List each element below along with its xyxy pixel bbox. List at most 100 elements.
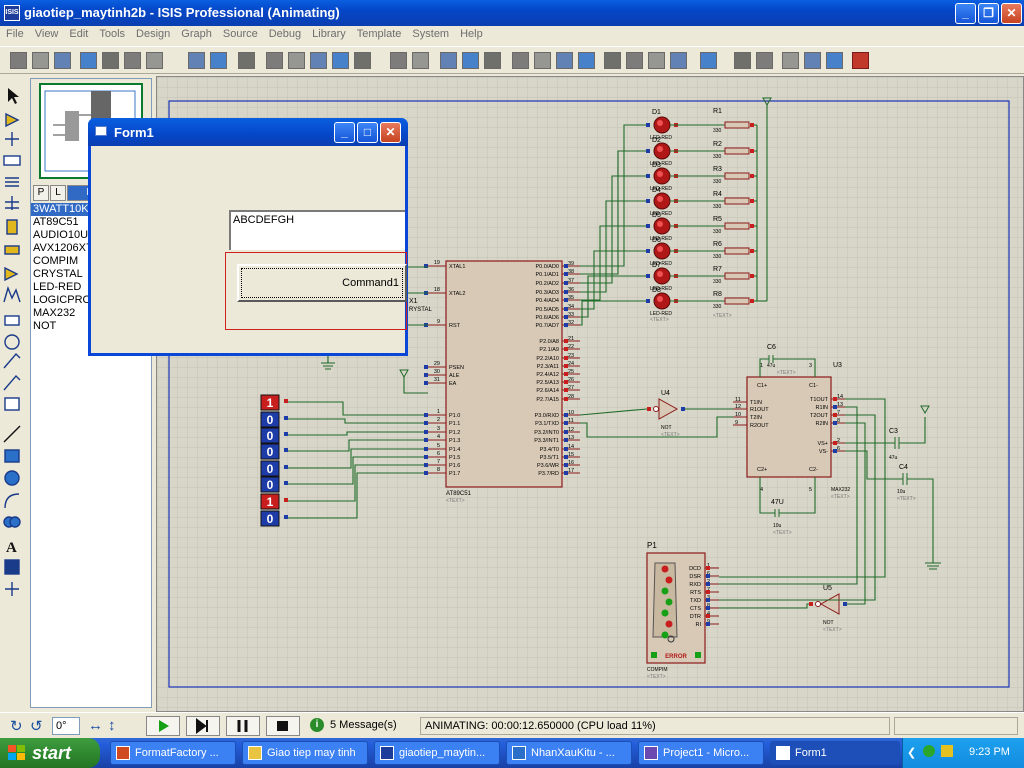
subcircuit-icon[interactable]	[6, 219, 18, 235]
cut-icon[interactable]	[440, 52, 457, 69]
pick-device-icon[interactable]	[604, 52, 621, 69]
selection-mode-icon[interactable]	[8, 88, 19, 104]
zoom-area-icon[interactable]	[354, 52, 371, 69]
generator-icon[interactable]	[4, 334, 20, 350]
menu-library[interactable]: Library	[306, 26, 351, 40]
bom-icon[interactable]	[804, 52, 821, 69]
menu-source[interactable]: Source	[217, 26, 263, 40]
device-tab-p[interactable]: P	[33, 185, 49, 201]
tray-expand-icon[interactable]: ❮	[907, 746, 916, 759]
taskbar-item[interactable]: Giao tiep may tinh	[242, 741, 368, 765]
form1-close-button[interactable]: ✕	[380, 122, 401, 143]
zoom-all-icon[interactable]	[332, 52, 349, 69]
menu-file[interactable]: File	[0, 26, 29, 40]
zoom-out-icon[interactable]	[310, 52, 327, 69]
marker-tool-icon[interactable]	[5, 582, 19, 596]
menu-template[interactable]: Template	[351, 26, 407, 40]
block-copy-icon[interactable]	[512, 52, 529, 69]
block-rotate-icon[interactable]	[556, 52, 573, 69]
undo-icon[interactable]	[390, 52, 407, 69]
play-button[interactable]	[146, 716, 180, 736]
new-file-icon[interactable]	[10, 52, 27, 69]
line-tool-icon[interactable]	[3, 425, 21, 443]
grid-icon[interactable]	[210, 52, 227, 69]
ares-icon[interactable]	[852, 52, 869, 69]
rotation-angle-field[interactable]: 0°	[52, 717, 80, 735]
path-tool-icon[interactable]	[9, 516, 21, 528]
origin-icon[interactable]	[238, 52, 255, 69]
import-icon[interactable]	[80, 52, 97, 69]
terminal-icon[interactable]	[4, 245, 20, 255]
circle-tool-icon[interactable]	[4, 470, 20, 486]
menu-edit[interactable]: Edit	[63, 26, 93, 40]
form1-textbox[interactable]: ABCDEFGH	[229, 210, 405, 250]
taskbar-item[interactable]: Project1 - Micro...	[638, 741, 764, 765]
open-file-icon[interactable]	[32, 52, 49, 69]
voltage-probe-icon[interactable]	[3, 352, 21, 369]
box-tool-icon[interactable]	[4, 449, 20, 463]
text-tool-icon[interactable]: A	[6, 540, 17, 556]
menu-debug[interactable]: Debug	[263, 26, 306, 40]
refresh-icon[interactable]	[188, 52, 205, 69]
decompose-icon[interactable]	[670, 52, 687, 69]
paste-icon[interactable]	[484, 52, 501, 69]
wire-autoroute-icon[interactable]	[700, 52, 717, 69]
menu-view[interactable]: View	[29, 26, 64, 40]
mirror-y-icon[interactable]: ↕	[108, 717, 126, 735]
make-device-icon[interactable]	[626, 52, 643, 69]
rotate-cw-icon[interactable]: ↻	[10, 717, 28, 735]
virtual-instrument-icon[interactable]	[4, 397, 20, 411]
taskbar-item[interactable]: giaotiep_maytin...	[374, 741, 500, 765]
current-probe-icon[interactable]	[3, 374, 21, 391]
close-button[interactable]: ✕	[1001, 3, 1022, 24]
wire-label-icon[interactable]	[3, 155, 21, 166]
property-assign-icon[interactable]	[756, 52, 773, 69]
export-icon[interactable]	[102, 52, 119, 69]
form1-titlebar[interactable]: Form1 _ □ ✕	[88, 118, 408, 146]
stop-button[interactable]	[266, 716, 300, 736]
mirror-x-icon[interactable]: ↔	[88, 717, 106, 735]
netlist-icon[interactable]	[782, 52, 799, 69]
print-area-icon[interactable]	[146, 52, 163, 69]
symbol-tool-icon[interactable]	[4, 559, 20, 575]
form1-minimize-button[interactable]: _	[334, 122, 355, 143]
network-icon[interactable]	[923, 745, 935, 757]
pause-button[interactable]	[226, 716, 260, 736]
redo-icon[interactable]	[412, 52, 429, 69]
menu-graph[interactable]: Graph	[175, 26, 217, 40]
save-icon[interactable]	[54, 52, 71, 69]
junction-mode-icon[interactable]	[5, 132, 19, 146]
taskbar-item[interactable]: NhanXauKitu - ...	[506, 741, 632, 765]
tape-recorder-icon[interactable]	[4, 315, 20, 326]
minimize-button[interactable]: _	[955, 3, 976, 24]
speaker-icon[interactable]	[941, 745, 953, 757]
package-icon[interactable]	[648, 52, 665, 69]
menu-system[interactable]: System	[406, 26, 454, 40]
menu-tools[interactable]: Tools	[93, 26, 130, 40]
menu-help[interactable]: Help	[454, 26, 488, 40]
messages-indicator[interactable]: i 5 Message(s)	[310, 718, 397, 732]
device-tab-l[interactable]: L	[50, 185, 66, 201]
bus-mode-icon[interactable]	[5, 196, 19, 210]
taskbar-item[interactable]: Form1	[770, 741, 900, 765]
block-delete-icon[interactable]	[578, 52, 595, 69]
rotate-ccw-icon[interactable]: ↺	[30, 717, 48, 735]
print-icon[interactable]	[124, 52, 141, 69]
command1-button[interactable]: Command1	[237, 264, 407, 302]
start-button[interactable]: start	[0, 738, 100, 768]
pan-icon[interactable]	[266, 52, 283, 69]
maximize-button[interactable]: ❐	[978, 3, 999, 24]
search-icon[interactable]	[734, 52, 751, 69]
zoom-in-icon[interactable]	[288, 52, 305, 69]
form1-window[interactable]: Form1 _ □ ✕ ABCDEFGH Command1	[88, 118, 408, 356]
taskbar-item[interactable]: FormatFactory ...	[110, 741, 236, 765]
component-mode-icon[interactable]	[5, 112, 20, 128]
copy-icon[interactable]	[462, 52, 479, 69]
menu-design[interactable]: Design	[130, 26, 175, 40]
arc-tool-icon[interactable]	[4, 493, 20, 509]
text-script-icon[interactable]	[5, 177, 19, 187]
erc-icon[interactable]	[826, 52, 843, 69]
step-button[interactable]	[186, 716, 220, 736]
form1-maximize-button[interactable]: □	[357, 122, 378, 143]
device-pin-icon[interactable]	[4, 266, 19, 282]
